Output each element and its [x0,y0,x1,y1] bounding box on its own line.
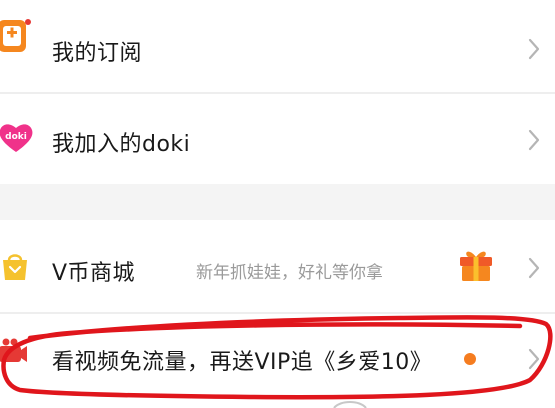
video-camera-icon [0,338,27,362]
shopping-bag-icon [3,254,27,280]
chevron-right-icon [528,129,540,151]
gift-icon [460,251,492,281]
chevron-right-icon [528,38,540,60]
promo-label: 看视频免流量，再送VIP追《乡爱10》 [52,350,433,375]
vcoin-label: V币商城 [52,261,136,286]
doki-label: 我加入的doki [52,132,191,157]
menu-item-vcoin-store[interactable]: V币商城 新年抓娃娃，好礼等你拿 [0,220,555,312]
chevron-right-icon [528,348,540,370]
vcoin-subtitle: 新年抓娃娃，好礼等你拿 [196,263,383,283]
subscribe-icon [0,19,31,52]
notification-dot [464,353,476,365]
svg-text:doki: doki [5,132,27,142]
menu-item-subscription[interactable]: 我的订阅 [0,6,555,90]
bottom-partial-icon [333,401,367,408]
chevron-right-icon [528,257,540,279]
menu-item-promo-free-data[interactable]: 看视频免流量，再送VIP追《乡爱10》 [0,314,555,405]
doki-icon: doki [0,124,33,152]
subscription-label: 我的订阅 [52,41,143,66]
menu-item-doki[interactable]: doki 我加入的doki [0,94,555,184]
section-gap [0,184,555,220]
